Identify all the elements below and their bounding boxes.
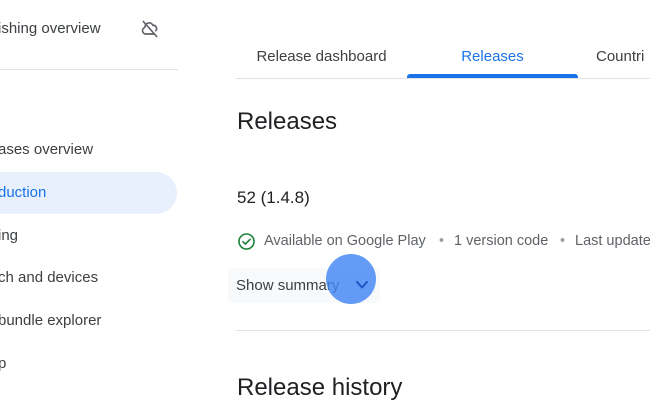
sidebar-item-setup[interactable]: p — [0, 343, 177, 385]
last-updated: Last update — [575, 233, 650, 249]
sidebar-item-label: ases overview — [0, 141, 94, 158]
version-code-count: 1 version code — [454, 233, 549, 249]
tab-release-dashboard[interactable]: Release dashboard — [236, 36, 407, 78]
sidebar-item-reach-and-devices[interactable]: ch and devices — [0, 257, 177, 299]
sidebar-title[interactable]: ishing overview — [0, 20, 101, 37]
check-circle-icon — [238, 233, 255, 250]
sidebar-item-production[interactable]: duction — [0, 172, 177, 214]
tab-countries[interactable]: Countri — [578, 36, 650, 78]
tab-bar: Release dashboard Releases Countri — [236, 36, 650, 79]
chevron-down-icon[interactable] — [354, 278, 370, 292]
cloud-off-icon[interactable] — [140, 19, 160, 39]
sidebar: ishing overview ases overview duction in… — [0, 0, 190, 400]
sidebar-item-releases-overview[interactable]: ases overview — [0, 129, 177, 171]
page-title: Releases — [237, 108, 338, 135]
sidebar-item-label: ing — [0, 227, 19, 244]
release-name: 52 (1.4.8) — [237, 188, 310, 207]
release-history-heading: Release history — [237, 374, 403, 400]
sidebar-item-label: p — [0, 355, 7, 372]
section-divider — [236, 330, 650, 331]
tab-releases[interactable]: Releases — [407, 36, 578, 78]
separator-dot: • — [560, 233, 566, 249]
sidebar-item-testing[interactable]: ing — [0, 215, 177, 257]
sidebar-item-app-bundle-explorer[interactable]: bundle explorer — [0, 300, 177, 342]
separator-dot: • — [439, 233, 445, 249]
active-tab-indicator — [407, 74, 578, 78]
show-summary-label: Show summary — [236, 277, 340, 294]
sidebar-item-label: bundle explorer — [0, 312, 102, 329]
sidebar-item-label: duction — [0, 184, 47, 201]
sidebar-item-label: ch and devices — [0, 269, 99, 286]
sidebar-header: ishing overview — [0, 0, 178, 70]
release-status: Available on Google Play — [264, 233, 426, 249]
